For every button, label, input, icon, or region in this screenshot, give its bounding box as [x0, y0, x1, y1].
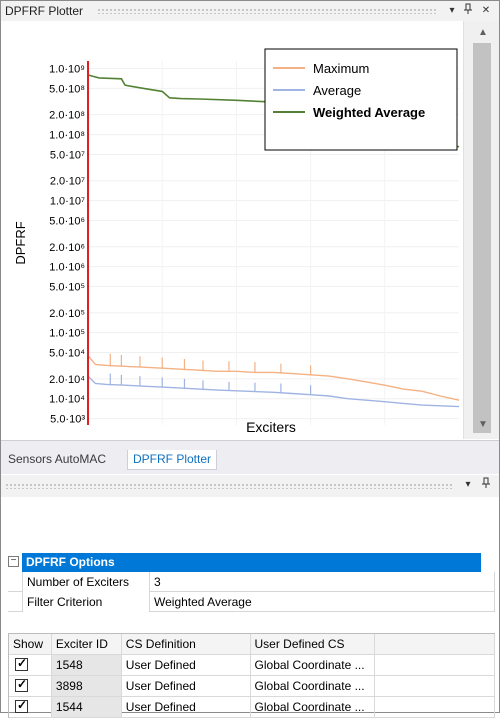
- y-tick-label: 1.0·10⁷: [50, 196, 85, 208]
- scroll-thumb[interactable]: [473, 43, 491, 433]
- property-row-filter-criterion[interactable]: Filter Criterion Weighted Average: [8, 592, 495, 612]
- user-defined-cs-cell[interactable]: Global Coordinate ...: [250, 697, 376, 718]
- pin-icon[interactable]: [461, 3, 475, 19]
- y-tick-label: 1.0·10⁵: [49, 328, 85, 340]
- y-tick-label: 1.0·10⁹: [49, 64, 85, 76]
- collapse-icon[interactable]: −: [8, 556, 19, 567]
- cs-definition-cell[interactable]: User Defined: [121, 655, 251, 676]
- show-cell: ✓: [9, 697, 52, 718]
- check-icon: ✓: [17, 656, 28, 670]
- tab-dpfrf-plotter[interactable]: DPFRF Plotter: [127, 450, 218, 470]
- show-cell: ✓: [9, 676, 52, 697]
- column-header-cs-definition[interactable]: CS Definition: [121, 634, 251, 655]
- x-axis-label: Exciters: [246, 419, 296, 435]
- legend-label: Average: [313, 83, 361, 98]
- y-tick-label: 1.0·10⁶: [49, 262, 85, 274]
- column-header-user-defined-cs[interactable]: User Defined CS: [250, 634, 376, 655]
- y-tick-label: 2.0·10⁸: [49, 110, 85, 122]
- user-defined-cs-cell[interactable]: Global Coordinate ...: [250, 676, 376, 697]
- column-header-show[interactable]: Show: [9, 634, 52, 655]
- y-tick-label: 5.0·10⁷: [50, 149, 85, 161]
- dropdown-icon[interactable]: ▾: [461, 477, 475, 493]
- user-defined-cs-cell[interactable]: Global Coordinate ...: [250, 655, 376, 676]
- dpfrf-options-grid: − DPFRF Options Number of Exciters 3 Fil…: [8, 553, 495, 612]
- scroll-up-icon[interactable]: ▲: [476, 27, 490, 39]
- table-row[interactable]: ✓ 1544 User Defined Global Coordinate ..…: [9, 697, 495, 718]
- y-tick-label: 2.0·10⁵: [49, 308, 85, 320]
- property-label: Filter Criterion: [22, 592, 150, 612]
- empty-cell: [375, 697, 495, 718]
- show-checkbox[interactable]: ✓: [15, 656, 28, 671]
- table-header: Show Exciter ID CS Definition User Defin…: [9, 634, 495, 655]
- options-title[interactable]: DPFRF Options: [22, 553, 481, 572]
- drag-grip[interactable]: [97, 8, 437, 14]
- legend-label: Maximum: [313, 61, 369, 76]
- dropdown-icon[interactable]: ▾: [445, 3, 459, 19]
- exciter-id-cell: 1548: [51, 655, 122, 676]
- property-row-number-of-exciters[interactable]: Number of Exciters 3: [8, 572, 495, 592]
- pin-icon[interactable]: [479, 477, 493, 493]
- y-tick-label: 5.0·10⁴: [49, 348, 85, 360]
- property-label: Number of Exciters: [22, 572, 150, 592]
- empty-cell: [375, 676, 495, 697]
- drag-grip[interactable]: [5, 483, 453, 489]
- show-checkbox[interactable]: ✓: [15, 698, 28, 713]
- dpfrf-chart[interactable]: 1.0·10⁹ 5.0·10⁸ 2.0·10⁸ 1.0·10⁸ 5.0·10⁷ 2.0·1…: [1, 21, 463, 439]
- y-tick-label: 2.0·10⁴: [49, 374, 85, 386]
- legend-label: Weighted Average: [313, 105, 425, 120]
- y-tick-label: 5.0·10⁵: [49, 282, 85, 294]
- show-checkbox[interactable]: ✓: [15, 677, 28, 692]
- y-tick-label: 2.0·10⁶: [49, 242, 85, 254]
- show-cell: ✓: [9, 655, 52, 676]
- table-row[interactable]: ✓ 3898 User Defined Global Coordinate ..…: [9, 676, 495, 697]
- close-icon[interactable]: ✕: [479, 3, 493, 19]
- vertical-scrollbar[interactable]: ▲ ▼: [463, 21, 499, 439]
- exciters-table: Show Exciter ID CS Definition User Defin…: [8, 633, 495, 718]
- exciter-id-cell: 1544: [51, 697, 122, 718]
- column-header-empty: [375, 634, 495, 655]
- check-icon: ✓: [17, 677, 28, 691]
- column-header-exciter-id[interactable]: Exciter ID: [51, 634, 122, 655]
- options-titlebar: ▾: [1, 475, 499, 497]
- chart-svg: 1.0·10⁹ 5.0·10⁸ 2.0·10⁸ 1.0·10⁸ 5.0·10⁷ 2.0·1…: [13, 48, 460, 435]
- tab-sensors-automac[interactable]: Sensors AutoMAC: [3, 450, 111, 470]
- panel-tabs: Sensors AutoMAC DPFRF Plotter: [1, 440, 499, 474]
- y-tick-label: 5.0·10⁶: [49, 215, 85, 227]
- table-row[interactable]: ✓ 1548 User Defined Global Coordinate ..…: [9, 655, 495, 676]
- plotter-titlebar: DPFRF Plotter ▾ ✕: [1, 1, 499, 21]
- series-line-average: [87, 375, 460, 408]
- options-category: − DPFRF Options: [8, 553, 495, 572]
- y-tick-label: 5.0·10⁸: [49, 83, 85, 95]
- series-line-maximum: [87, 355, 460, 401]
- cs-definition-cell[interactable]: User Defined: [121, 697, 251, 718]
- empty-cell: [375, 655, 495, 676]
- y-tick-label: 2.0·10⁷: [50, 176, 85, 188]
- y-axis-label: DPFRF: [13, 221, 28, 264]
- panel-title: DPFRF Plotter: [5, 4, 84, 18]
- cs-definition-cell[interactable]: User Defined: [121, 676, 251, 697]
- check-icon: ✓: [17, 698, 28, 712]
- y-tick-label: 1.0·10⁴: [49, 394, 85, 406]
- property-value[interactable]: 3: [150, 572, 495, 592]
- property-value[interactable]: Weighted Average: [150, 592, 495, 612]
- scroll-down-icon[interactable]: ▼: [476, 419, 490, 431]
- y-tick-label: 5.0·10³: [50, 414, 85, 426]
- exciter-id-cell: 3898: [51, 676, 122, 697]
- y-tick-label: 1.0·10⁸: [49, 130, 85, 142]
